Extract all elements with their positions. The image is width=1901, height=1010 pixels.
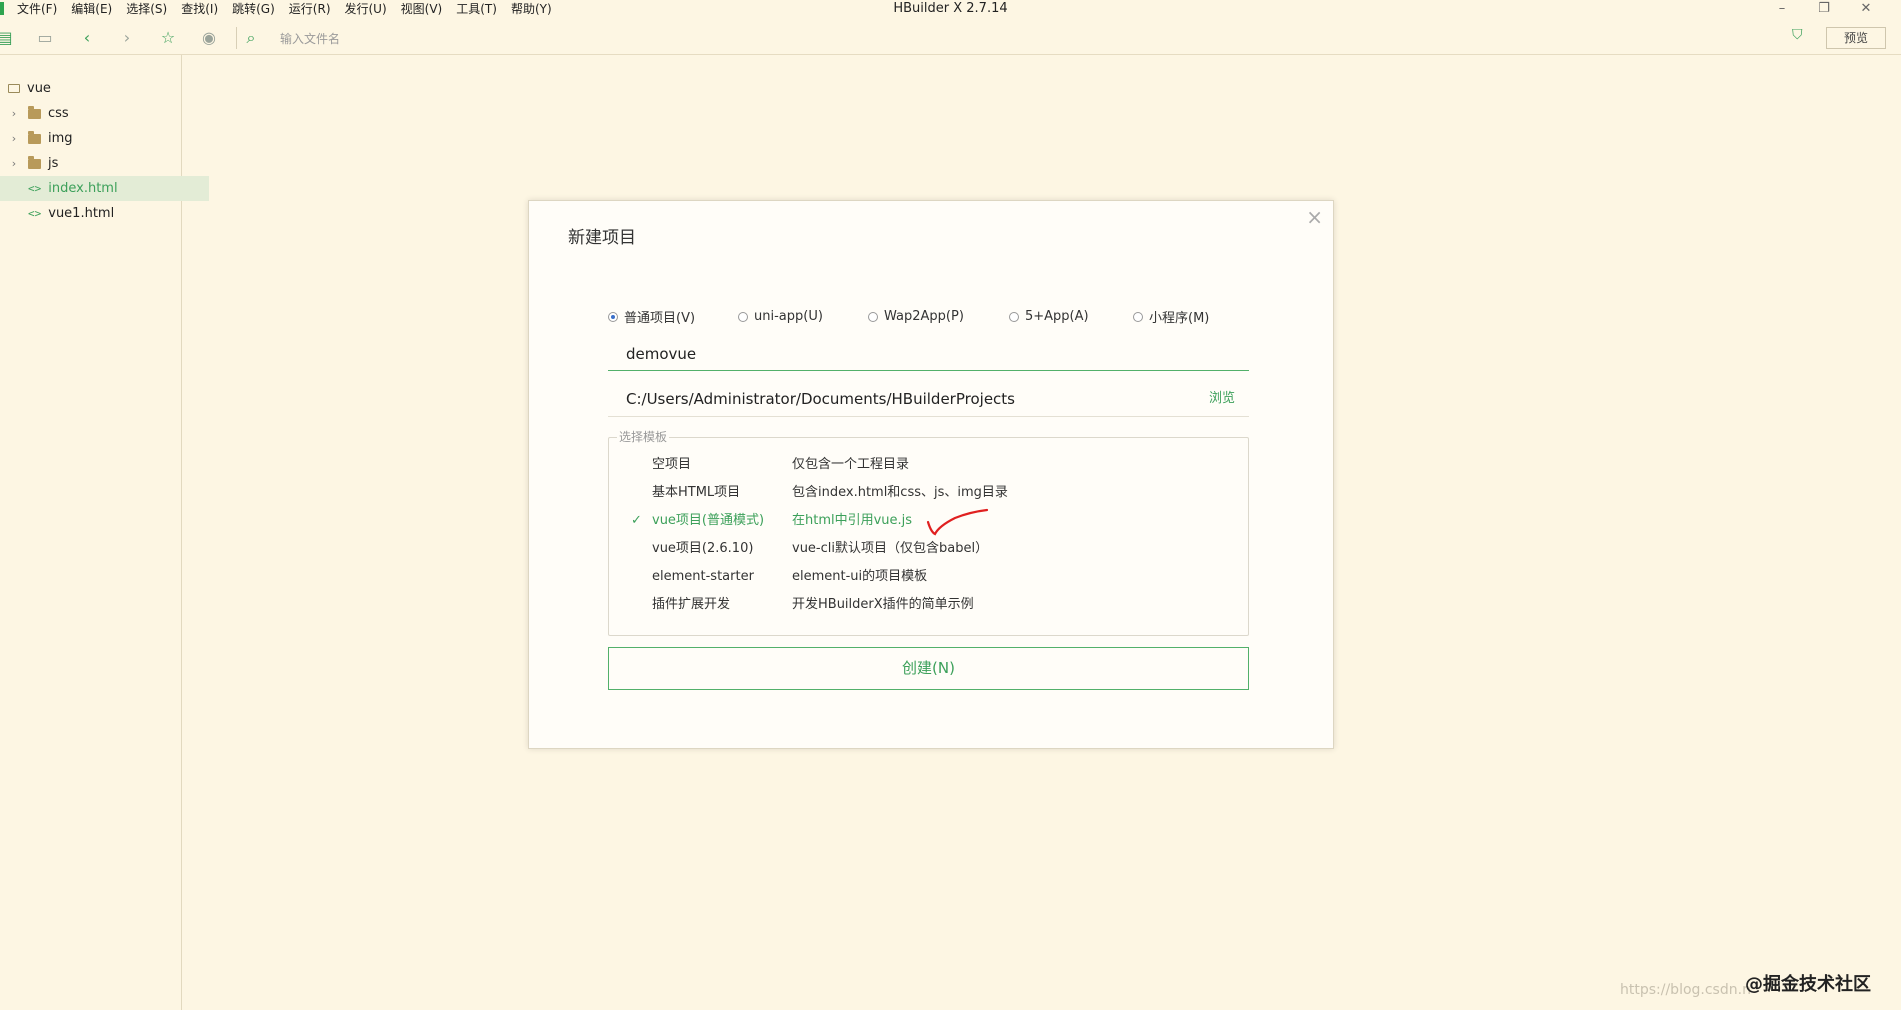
folder-icon xyxy=(28,130,41,144)
template-desc: 仅包含一个工程目录 xyxy=(792,457,910,472)
find-file-icon[interactable]: ⌕ xyxy=(240,27,262,49)
forward-icon[interactable]: › xyxy=(116,27,138,49)
template-name: vue项目(普通模式) xyxy=(652,513,765,528)
template-desc: element-ui的项目模板 xyxy=(792,569,928,584)
template-legend: 选择模板 xyxy=(617,428,670,445)
radio-checked-icon[interactable] xyxy=(608,311,618,322)
chevron-right-icon[interactable]: › xyxy=(9,101,19,126)
new-project-dialog: 新建项目 × 普通项目(V) uni-app(U) Wap2App(P) 5+A… xyxy=(528,200,1334,749)
project-explorer: vue › css › img › js <> index.html <> vu… xyxy=(0,55,209,1010)
tree-item-label: index.html xyxy=(48,181,118,196)
back-icon[interactable]: ‹ xyxy=(76,27,98,49)
title-bar: 文件(F) 编辑(E) 选择(S) 查找(I) 跳转(G) 运行(R) 发行(U… xyxy=(0,0,1901,18)
project-path-field[interactable]: C:/Users/Administrator/Documents/HBuilde… xyxy=(608,381,1249,417)
menu-goto[interactable]: 跳转(G) xyxy=(227,0,280,18)
minimize-button[interactable]: – xyxy=(1761,0,1803,18)
template-desc: 在html中引用vue.js xyxy=(792,513,913,528)
template-row-basic-html[interactable]: 基本HTML项目 包含index.html和css、js、img目录 xyxy=(609,482,1248,504)
tree-item-label: vue xyxy=(27,81,51,96)
project-name-input[interactable] xyxy=(608,337,1249,371)
radio-label: 小程序(M) xyxy=(1149,311,1210,326)
project-path-text: C:/Users/Administrator/Documents/HBuilde… xyxy=(626,390,1015,408)
menu-edit[interactable]: 编辑(E) xyxy=(66,0,117,18)
menu-help[interactable]: 帮助(Y) xyxy=(506,0,557,18)
html-file-icon: <> xyxy=(28,207,42,220)
tree-folder-img[interactable]: › img xyxy=(0,126,190,151)
tree-item-label: vue1.html xyxy=(48,206,115,221)
menu-tools[interactable]: 工具(T) xyxy=(451,0,502,18)
template-name: 空项目 xyxy=(652,457,692,472)
template-row-empty[interactable]: 空项目 仅包含一个工程目录 xyxy=(609,454,1248,476)
radio-5plus-app[interactable]: 5+App(A) xyxy=(1009,307,1133,326)
template-desc: 开发HBuilderX插件的简单示例 xyxy=(792,597,974,612)
menu-find[interactable]: 查找(I) xyxy=(176,0,223,18)
chevron-right-icon[interactable]: › xyxy=(9,151,19,176)
template-name: 插件扩展开发 xyxy=(652,597,731,612)
run-icon[interactable]: ◉ xyxy=(198,27,220,49)
html-file-icon: <> xyxy=(28,182,42,195)
app-logo-icon xyxy=(0,2,4,15)
radio-label: Wap2App(P) xyxy=(884,309,964,324)
menu-select[interactable]: 选择(S) xyxy=(121,0,172,18)
tree-item-label: img xyxy=(48,131,73,146)
radio-wap2app[interactable]: Wap2App(P) xyxy=(868,307,1009,326)
file-search-input[interactable] xyxy=(278,27,1812,51)
radio-icon[interactable] xyxy=(1009,311,1019,322)
template-desc: 包含index.html和css、js、img目录 xyxy=(792,485,1008,500)
radio-uni-app[interactable]: uni-app(U) xyxy=(738,307,868,326)
menu-run[interactable]: 运行(R) xyxy=(284,0,336,18)
template-name: element-starter xyxy=(652,569,754,584)
radio-label: 5+App(A) xyxy=(1025,309,1089,324)
browse-button[interactable]: 浏览 xyxy=(1209,381,1235,417)
dialog-title: 新建项目 xyxy=(568,228,636,248)
tree-folder-js[interactable]: › js xyxy=(0,151,190,176)
menu-publish[interactable]: 发行(U) xyxy=(340,0,392,18)
close-icon[interactable]: × xyxy=(1306,205,1323,229)
menu-view[interactable]: 视图(V) xyxy=(396,0,448,18)
radio-normal-project[interactable]: 普通项目(V) xyxy=(608,307,738,326)
radio-label: 普通项目(V) xyxy=(624,311,696,326)
tree-item-label: css xyxy=(48,106,69,121)
tree-file-vue1-html[interactable]: <> vue1.html xyxy=(0,201,209,226)
folder-icon xyxy=(28,155,41,169)
close-window-button[interactable]: ✕ xyxy=(1845,0,1887,18)
save-icon[interactable]: ▭ xyxy=(34,27,56,49)
tree-file-index-html[interactable]: <> index.html xyxy=(0,176,209,201)
template-name: 基本HTML项目 xyxy=(652,485,741,500)
template-row-vue-cli[interactable]: vue项目(2.6.10) vue-cli默认项目（仅包含babel） xyxy=(609,538,1248,560)
radio-icon[interactable] xyxy=(1133,311,1143,322)
checkmark-icon: ✓ xyxy=(631,513,642,528)
window-controls: – ❐ ✕ xyxy=(1761,0,1887,18)
brand-watermark: @掘金技术社区 xyxy=(1745,974,1871,995)
radio-mini-program[interactable]: 小程序(M) xyxy=(1133,307,1233,326)
template-name: vue项目(2.6.10) xyxy=(652,541,754,556)
tree-item-label: js xyxy=(48,156,59,171)
tree-folder-css[interactable]: › css xyxy=(0,101,190,126)
project-folder-icon xyxy=(8,84,20,93)
chevron-right-icon[interactable]: › xyxy=(9,126,19,151)
red-check-annotation xyxy=(926,508,989,536)
tree-project-vue[interactable]: vue xyxy=(0,76,189,101)
preview-button[interactable]: 预览 xyxy=(1826,27,1886,49)
url-watermark: https://blog.csdn.n xyxy=(1620,982,1751,998)
favorite-star-icon[interactable]: ☆ xyxy=(157,27,179,49)
toolbar: ▤ ▭ ‹ › ☆ ◉ ⌕ ⛉ 预览 xyxy=(0,22,1901,55)
restore-button[interactable]: ❐ xyxy=(1803,0,1845,18)
template-row-element-starter[interactable]: element-starter element-ui的项目模板 xyxy=(609,566,1248,588)
radio-label: uni-app(U) xyxy=(754,309,823,324)
menu-bar: 文件(F) 编辑(E) 选择(S) 查找(I) 跳转(G) 运行(R) 发行(U… xyxy=(12,0,561,18)
template-row-plugin-dev[interactable]: 插件扩展开发 开发HBuilderX插件的简单示例 xyxy=(609,594,1248,616)
new-file-icon[interactable]: ▤ xyxy=(0,27,16,49)
template-desc: vue-cli默认项目（仅包含babel） xyxy=(792,541,989,556)
folder-icon xyxy=(28,105,41,119)
radio-icon[interactable] xyxy=(738,311,748,322)
radio-icon[interactable] xyxy=(868,311,878,322)
create-button[interactable]: 创建(N) xyxy=(608,647,1249,690)
menu-file[interactable]: 文件(F) xyxy=(12,0,62,18)
toolbar-divider xyxy=(236,27,237,49)
project-type-group: 普通项目(V) uni-app(U) Wap2App(P) 5+App(A) 小… xyxy=(608,307,1233,326)
filter-icon[interactable]: ⛉ xyxy=(1792,27,1803,43)
